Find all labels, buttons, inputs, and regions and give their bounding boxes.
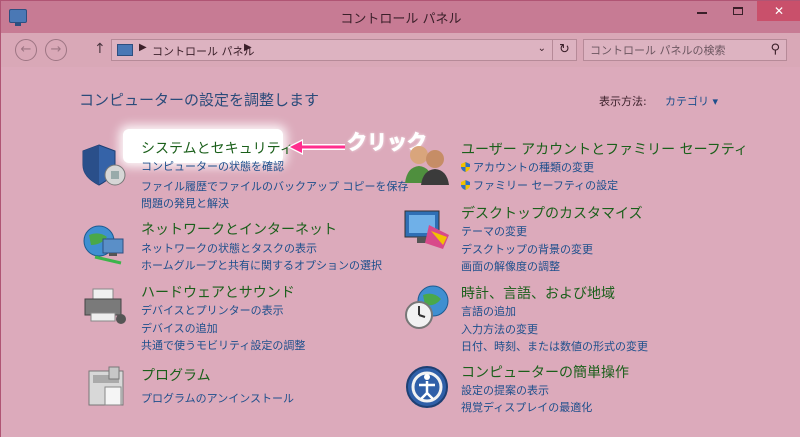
view-by-value: カテゴリ — [665, 95, 709, 108]
back-button[interactable]: ← — [15, 39, 37, 61]
breadcrumb-chevron-icon[interactable]: ▶ — [244, 42, 252, 53]
category-title-user-accounts[interactable]: ユーザー アカウントとファミリー セーフティ — [461, 139, 748, 159]
category-title-ease-of-access[interactable]: コンピューターの簡単操作 — [461, 362, 629, 382]
link-uninstall-program[interactable]: プログラムのアンインストール — [141, 390, 294, 406]
category-title-programs[interactable]: プログラム — [141, 365, 211, 385]
link-network-status[interactable]: ネットワークの状態とタスクの表示 — [141, 240, 317, 256]
close-button[interactable]: ✕ — [757, 1, 800, 21]
accessibility-icon — [403, 363, 451, 411]
page-heading: コンピューターの設定を調整します — [79, 91, 320, 109]
printer-icon — [81, 283, 129, 331]
search-icon[interactable]: ⚲ — [770, 42, 780, 57]
breadcrumb-chevron-icon[interactable]: ▶ — [139, 42, 147, 53]
link-homegroup[interactable]: ホームグループと共有に関するオプションの選択 — [141, 257, 382, 273]
link-devices-printers[interactable]: デバイスとプリンターの表示 — [141, 302, 284, 318]
search-input[interactable] — [584, 40, 764, 60]
breadcrumb-control-panel[interactable]: コントロール パネル — [152, 43, 255, 59]
programs-icon — [85, 363, 133, 411]
link-family-safety-label: ファミリー セーフティの設定 — [473, 179, 619, 192]
link-change-theme[interactable]: テーマの変更 — [461, 223, 527, 239]
uac-shield-icon — [461, 162, 470, 172]
maximize-icon — [733, 7, 743, 15]
minimize-icon — [697, 12, 707, 14]
category-title-clock-language[interactable]: 時計、言語、および地域 — [461, 283, 615, 303]
link-account-type[interactable]: アカウントの種類の変更 — [461, 159, 594, 175]
category-title-desktop[interactable]: デスクトップのカスタマイズ — [461, 203, 643, 223]
link-optimize-display[interactable]: 視覚ディスプレイの最適化 — [461, 399, 592, 415]
category-title-hardware[interactable]: ハードウェアとサウンド — [141, 282, 295, 302]
link-desktop-background[interactable]: デスクトップの背景の変更 — [461, 241, 593, 257]
uac-shield-icon — [461, 180, 470, 190]
close-icon: ✕ — [773, 4, 785, 18]
link-file-history[interactable]: ファイル履歴でファイルのバックアップ コピーを保存 — [141, 178, 409, 194]
callout-arrow-icon — [287, 139, 345, 155]
up-button[interactable]: ↑ — [94, 41, 106, 57]
forward-arrow-icon: → — [50, 42, 62, 57]
clock-globe-icon — [403, 283, 451, 331]
control-panel-window: コントロール パネル ✕ ← → ↑ ▶ コントロール パネル ▶ ⌄ ↻ ⚲ … — [0, 0, 800, 437]
address-dropdown-icon[interactable]: ⌄ — [538, 43, 546, 54]
link-family-safety[interactable]: ファミリー セーフティの設定 — [461, 177, 618, 193]
dropdown-arrow-icon: ▾ — [712, 95, 719, 108]
link-screen-resolution[interactable]: 画面の解像度の調整 — [461, 258, 560, 274]
security-shield-icon — [81, 141, 129, 189]
link-recommendations[interactable]: 設定の提案の表示 — [461, 382, 549, 398]
link-date-time-format[interactable]: 日付、時刻、または数値の形式の変更 — [461, 338, 648, 354]
address-bar[interactable]: ▶ コントロール パネル ▶ ⌄ — [111, 39, 553, 61]
view-by-label: 表示方法: — [599, 95, 647, 108]
link-add-language[interactable]: 言語の追加 — [461, 303, 516, 319]
up-arrow-icon: ↑ — [94, 41, 106, 57]
monitor-icon — [403, 205, 451, 253]
link-mobility-settings[interactable]: 共通で使うモビリティ設定の調整 — [141, 337, 305, 353]
link-input-method[interactable]: 入力方法の変更 — [461, 321, 538, 337]
minimize-button[interactable] — [685, 1, 719, 21]
forward-button[interactable]: → — [45, 39, 67, 61]
link-check-status[interactable]: コンピューターの状態を確認 — [141, 158, 284, 174]
users-icon — [403, 139, 451, 187]
link-troubleshoot[interactable]: 問題の発見と解決 — [141, 195, 229, 211]
category-title-network[interactable]: ネットワークとインターネット — [141, 219, 337, 239]
title-bar: コントロール パネル ✕ — [1, 1, 800, 33]
category-title-system-security[interactable]: システムとセキュリティ — [141, 138, 294, 158]
link-add-device[interactable]: デバイスの追加 — [141, 320, 218, 336]
refresh-button[interactable]: ↻ — [553, 39, 577, 61]
back-arrow-icon: ← — [20, 42, 32, 57]
control-panel-small-icon — [117, 44, 133, 56]
window-title: コントロール パネル — [340, 12, 462, 27]
maximize-button[interactable] — [721, 1, 755, 21]
refresh-icon: ↻ — [559, 42, 570, 57]
search-box: ⚲ — [583, 39, 787, 61]
navigation-bar: ← → ↑ ▶ コントロール パネル ▶ ⌄ ↻ ⚲ — [1, 33, 800, 67]
network-globe-icon — [81, 219, 129, 267]
link-account-type-label: アカウントの種類の変更 — [473, 161, 594, 174]
view-by-dropdown[interactable]: カテゴリ ▾ — [665, 93, 718, 109]
